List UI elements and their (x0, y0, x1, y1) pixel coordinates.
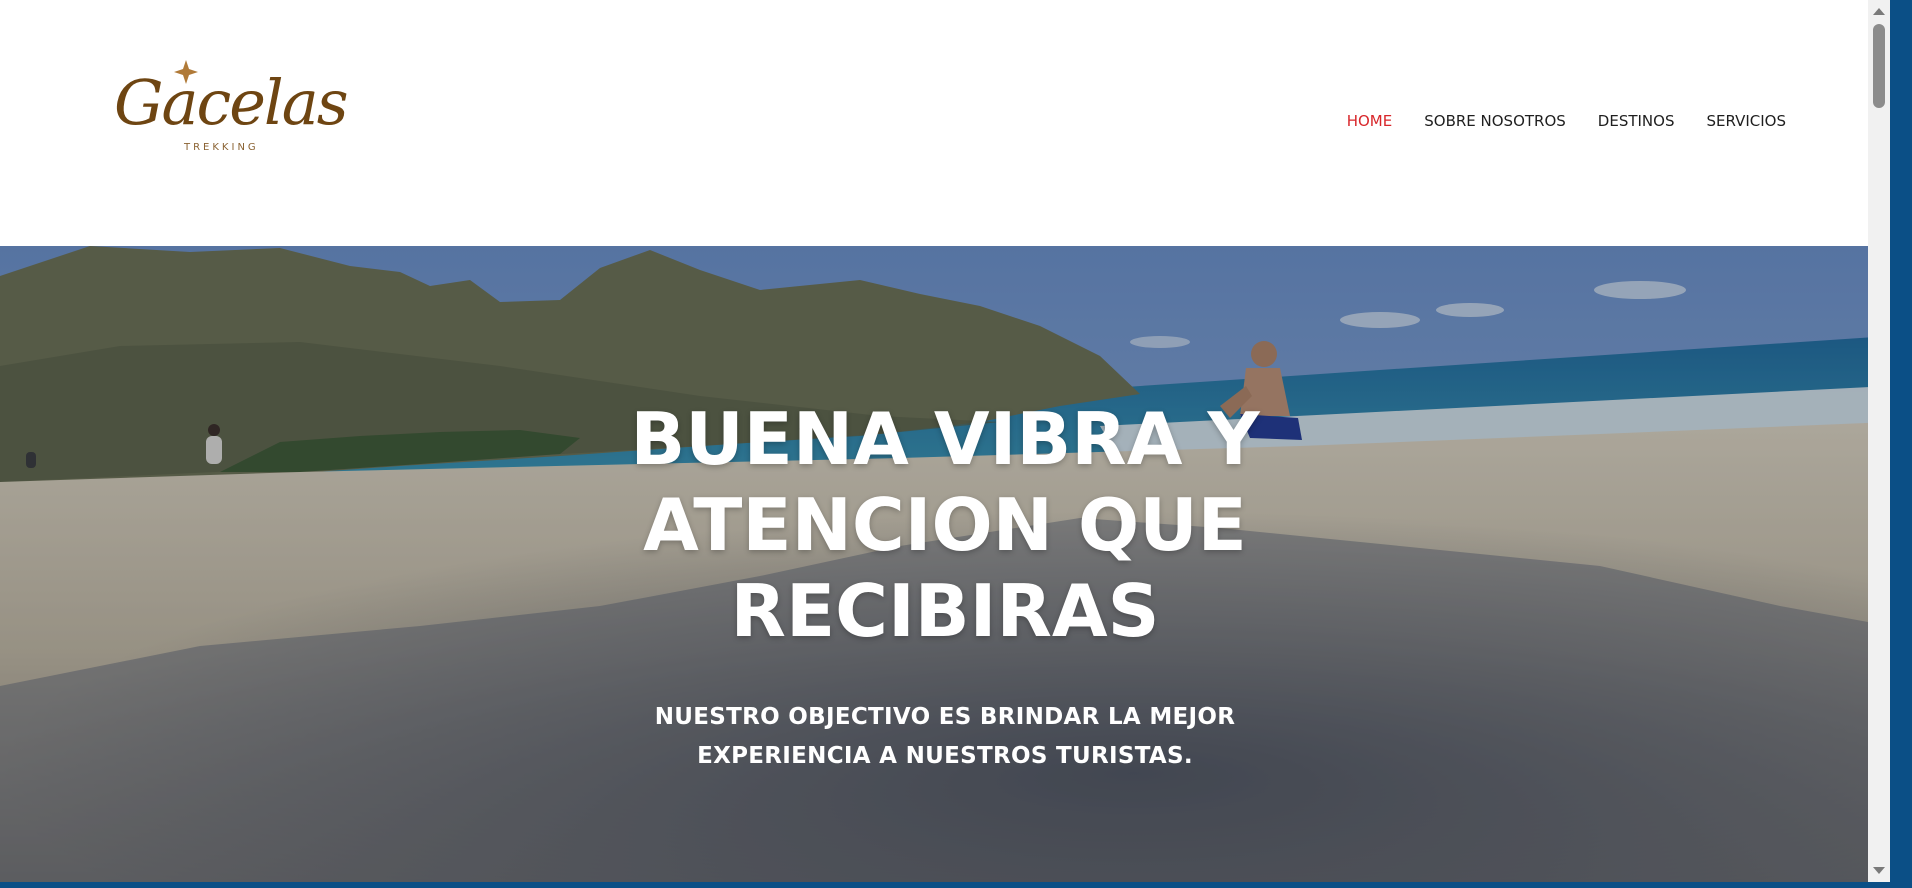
vertical-scrollbar[interactable] (1868, 0, 1890, 882)
hero-title: BUENA VIBRA Y ATENCION QUE RECIBIRAS (630, 397, 1260, 653)
hero-section: BUENA VIBRA Y ATENCION QUE RECIBIRAS NUE… (0, 246, 1890, 882)
nav-item-destinos[interactable]: DESTINOS (1598, 112, 1675, 130)
brand-tagline: TREKKING (184, 142, 259, 153)
scroll-thumb[interactable] (1873, 24, 1885, 108)
nav-item-sobre-nosotros[interactable]: SOBRE NOSOTROS (1424, 112, 1566, 130)
nav-item-servicios[interactable]: SERVICIOS (1706, 112, 1786, 130)
scroll-up-icon[interactable] (1873, 8, 1885, 15)
scroll-down-icon[interactable] (1873, 867, 1885, 874)
browser-viewport: Gacelas TREKKING HOME SOBRE NOSOTROS DES… (0, 0, 1890, 882)
site-header: Gacelas TREKKING HOME SOBRE NOSOTROS DES… (0, 0, 1890, 246)
main-nav: HOME SOBRE NOSOTROS DESTINOS SERVICIOS (1347, 112, 1786, 130)
brand-logo[interactable]: Gacelas TREKKING (114, 56, 349, 174)
nav-item-home[interactable]: HOME (1347, 112, 1393, 130)
brand-name: Gacelas (114, 66, 349, 139)
hero-content: BUENA VIBRA Y ATENCION QUE RECIBIRAS NUE… (0, 396, 1890, 776)
hero-subtitle: NUESTRO OBJECTIVO ES BRINDAR LA MEJOR EX… (654, 704, 1236, 769)
